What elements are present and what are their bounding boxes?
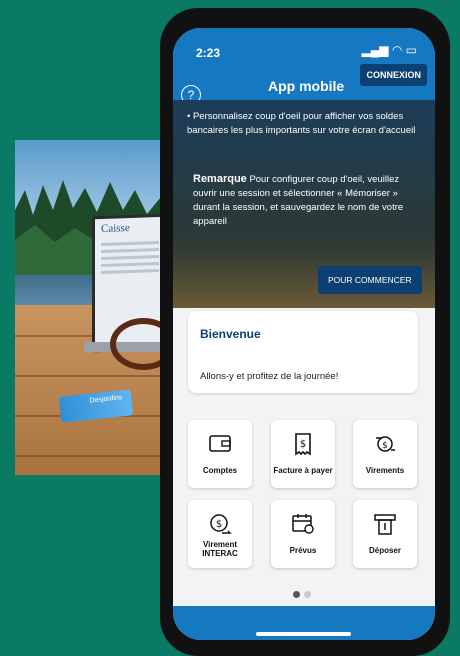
atm-icon: [374, 514, 396, 535]
bill-icon: $: [295, 433, 311, 456]
note-title: Remarque: [193, 173, 247, 185]
page-indicator: [291, 585, 313, 603]
app-title: App mobile: [268, 78, 345, 94]
start-button[interactable]: POUR COMMENCER: [318, 266, 422, 294]
tile-label: Facture à payer: [273, 466, 333, 475]
svg-text:$: $: [382, 441, 388, 451]
status-icons: ▂▄▆ ◠ ▭: [361, 43, 417, 57]
tile-label: Virement INTERAC: [202, 540, 238, 558]
tile-label: Prévus: [289, 546, 317, 555]
tile-label: Virements: [365, 466, 405, 475]
welcome-card: Bienvenue Allons-y et profitez de la jou…: [188, 311, 418, 393]
svg-text:$: $: [216, 519, 222, 530]
tile-virements[interactable]: $ Virements: [353, 420, 417, 488]
status-time: 2:23: [196, 46, 221, 60]
interac-icon: $: [210, 514, 232, 534]
banner-bullet: • Personnalisez coup d'oeil pour affiche…: [187, 111, 416, 136]
tile-comptes[interactable]: Comptes: [188, 420, 252, 488]
app-header: 2:23 ▂▄▆ ◠ ▭ ? App mobile CONNEXION: [173, 28, 435, 105]
card-brand: Desjardins: [89, 394, 123, 405]
page-dot[interactable]: [304, 591, 311, 598]
glance-banner: • Personnalisez coup d'oeil pour affiche…: [173, 100, 435, 308]
svg-text:$: $: [300, 439, 306, 450]
banner-bullet-text: Personnalisez coup d'oeil pour afficher …: [187, 111, 416, 136]
wallet-icon: [209, 435, 231, 452]
tile-label: Déposer: [368, 546, 401, 555]
page-dot-active[interactable]: [293, 591, 300, 598]
laptop-brand: Caisse: [101, 222, 130, 236]
transfer-icon: $: [376, 436, 395, 452]
tile-prevus[interactable]: Prévus: [271, 500, 335, 568]
login-button[interactable]: CONNEXION: [360, 64, 427, 86]
tile-label: Comptes: [202, 466, 238, 475]
phone-screen: 2:23 ▂▄▆ ◠ ▭ ? App mobile CONNEXION • Pe…: [173, 28, 435, 640]
calendar-icon: [292, 514, 314, 534]
tile-deposer[interactable]: Déposer: [353, 500, 417, 568]
welcome-title: Bienvenue: [200, 327, 261, 341]
tile-interac[interactable]: $ Virement INTERAC: [188, 500, 252, 568]
home-indicator[interactable]: [256, 632, 351, 636]
tile-factures[interactable]: $ Facture à payer: [271, 420, 335, 488]
welcome-text: Allons-y et profitez de la journée!: [200, 371, 339, 382]
banner-note: Remarque Pour configurer coup d'oeil, ve…: [193, 172, 417, 229]
